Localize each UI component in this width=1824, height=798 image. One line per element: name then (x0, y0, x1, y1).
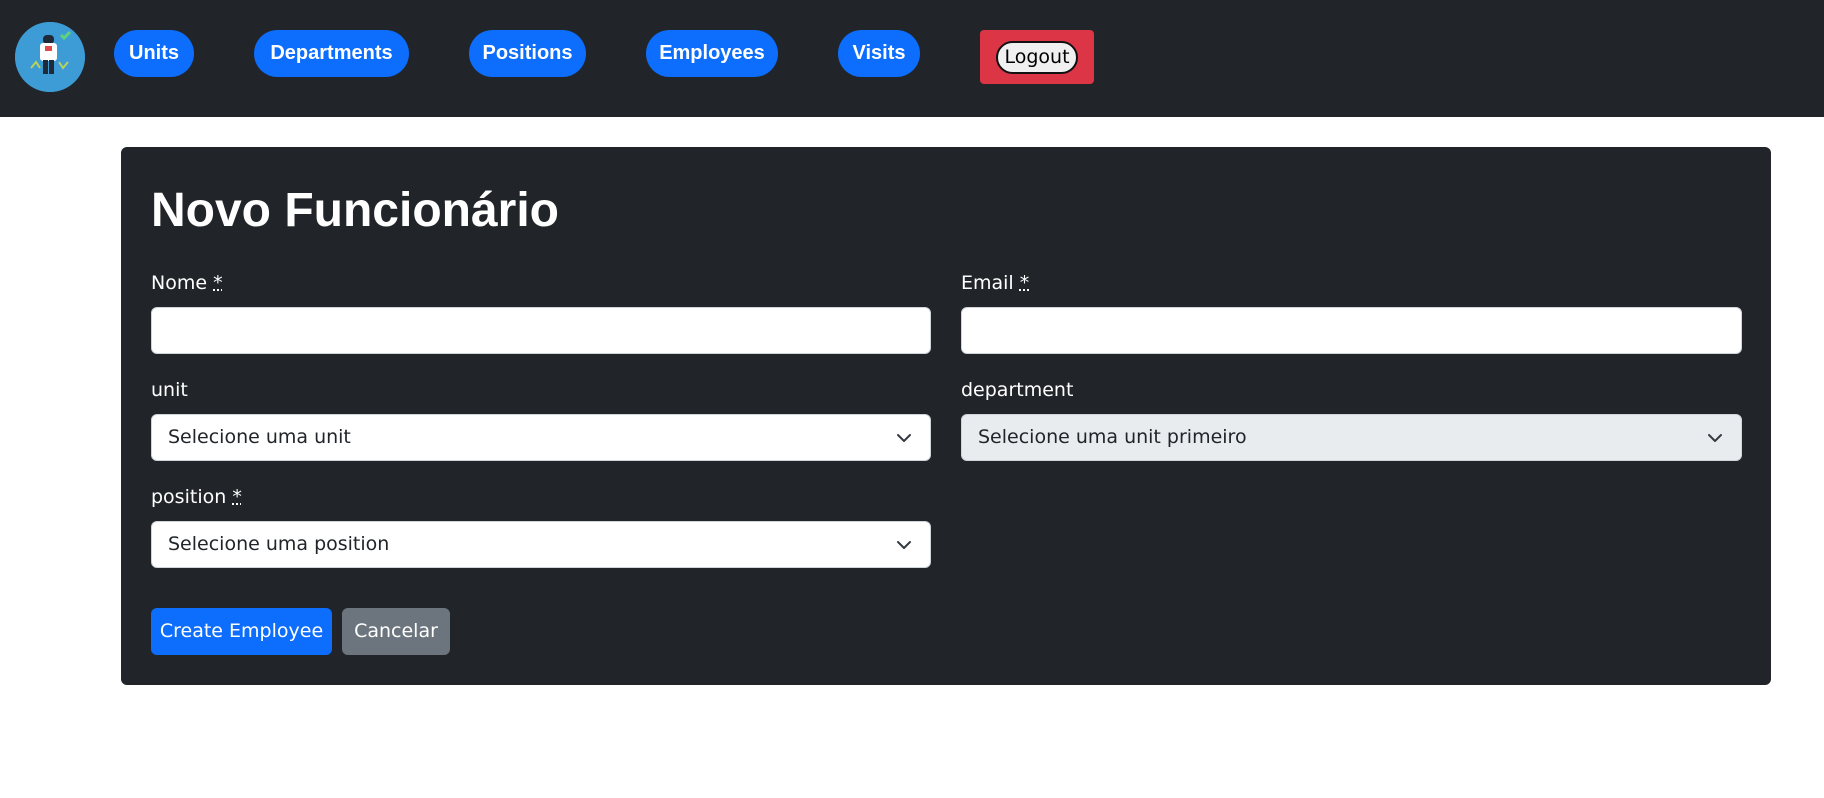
name-input[interactable] (151, 307, 931, 354)
nav-employees-button[interactable]: Employees (646, 30, 778, 77)
email-label-text: Email (961, 272, 1014, 294)
name-field-label: Nome * (151, 269, 223, 297)
nav-visits-button[interactable]: Visits (838, 30, 920, 77)
name-label-text: Nome (151, 272, 208, 294)
logout-container: Logout (980, 30, 1094, 84)
position-label-text: position (151, 486, 227, 508)
chevron-down-icon (1708, 434, 1722, 442)
chevron-down-icon (897, 434, 911, 442)
required-marker: * (213, 272, 223, 294)
chevron-down-icon (897, 541, 911, 549)
department-field-label: department (961, 379, 1074, 401)
page-title: Novo Funcionário (151, 184, 559, 237)
position-field-label: position * (151, 483, 242, 511)
unit-select-value: Selecione uma unit (168, 426, 351, 448)
position-select[interactable]: Selecione uma position (151, 521, 931, 568)
email-input[interactable] (961, 307, 1742, 354)
security-guard-logo-icon (15, 22, 85, 92)
position-select-value: Selecione uma position (168, 533, 390, 555)
logo-icon[interactable] (15, 22, 85, 92)
required-marker: * (232, 486, 242, 508)
create-employee-button[interactable]: Create Employee (151, 608, 332, 655)
unit-field-label: unit (151, 379, 188, 401)
nav-departments-button[interactable]: Departments (254, 30, 409, 77)
department-select-value: Selecione uma unit primeiro (978, 426, 1247, 448)
email-field-label: Email * (961, 269, 1029, 297)
logout-button[interactable]: Logout (996, 41, 1078, 74)
required-marker: * (1019, 272, 1030, 294)
cancel-button[interactable]: Cancelar (342, 608, 450, 655)
nav-positions-button[interactable]: Positions (469, 30, 586, 77)
department-select: Selecione uma unit primeiro (961, 414, 1742, 461)
nav-units-button[interactable]: Units (114, 30, 194, 77)
unit-select[interactable]: Selecione uma unit (151, 414, 931, 461)
top-navbar: Units Departments Positions Employees Vi… (0, 0, 1824, 117)
